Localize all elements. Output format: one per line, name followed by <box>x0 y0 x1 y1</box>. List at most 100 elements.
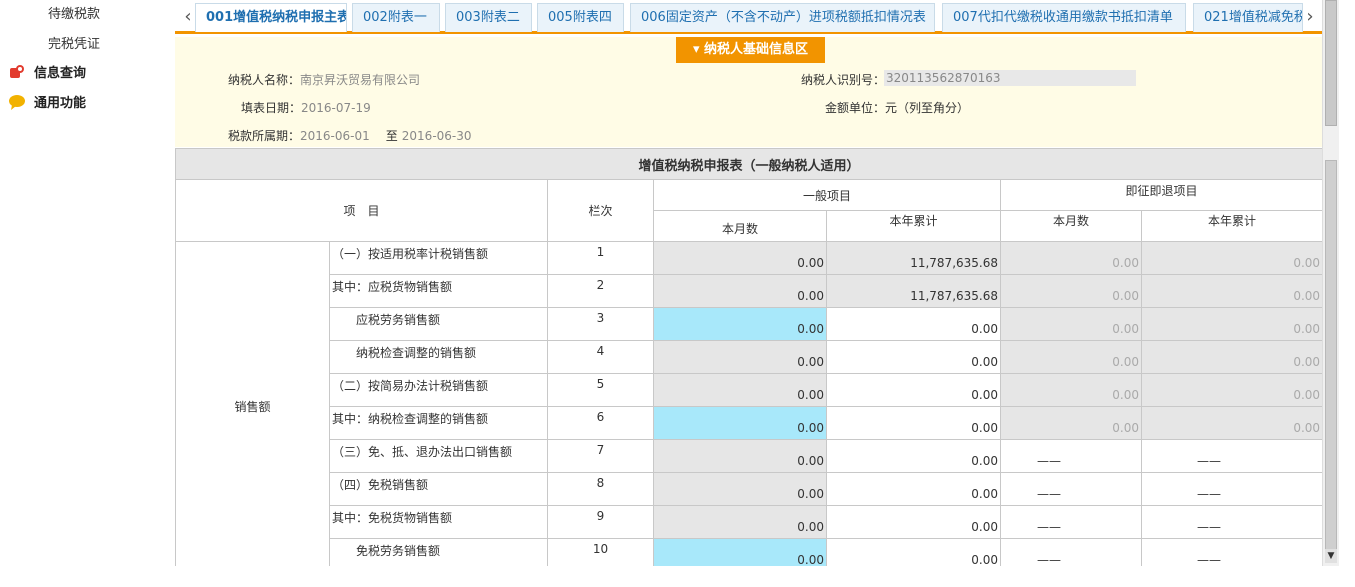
input-month[interactable]: 0.00 <box>653 406 827 440</box>
header-year: 本年累计 <box>826 210 1001 242</box>
cell-year: 0.00 <box>826 505 1001 539</box>
cell-month: 0.00 <box>653 439 827 473</box>
amount-unit-value: 元（列至角分） <box>885 101 970 115</box>
puzzle-icon <box>8 64 26 80</box>
sidebar-item-label: 信息查询 <box>34 66 87 81</box>
table-row: （二）按简易办法计税销售额 5 0.00 0.00 0.00 0.00 <box>176 373 1322 407</box>
row-no: 4 <box>547 340 654 374</box>
table-row: 纳税检查调整的销售额 4 0.00 0.00 0.00 0.00 <box>176 340 1322 374</box>
header-general: 一般项目 <box>653 179 1001 211</box>
cell-immediate-month: 0.00 <box>1000 307 1142 341</box>
row-item: （一）按适用税率计税销售额 <box>329 241 548 275</box>
tab-main-table[interactable]: 001增值税纳税申报主表 <box>195 3 347 32</box>
cell-immediate-month: —— <box>1000 538 1142 566</box>
table-row: （四）免税销售额 8 0.00 0.00 —— —— <box>176 472 1322 506</box>
app-window: 待缴税款 完税凭证 信息查询 通用功能 ‹ 001增值税纳税申报主表 002附表… <box>0 0 1355 587</box>
cell-immediate-year: 0.00 <box>1140 307 1322 341</box>
table-row: 免税劳务销售额 10 0.00 0.00 —— —— <box>176 538 1322 566</box>
row-no: 2 <box>547 274 654 308</box>
sidebar-item-tax-certificate[interactable]: 完税凭证 <box>48 33 100 52</box>
row-item: 纳税检查调整的销售额 <box>329 340 548 374</box>
row-item: 其中：免税货物销售额 <box>329 505 548 539</box>
vertical-scrollbar[interactable]: ▼ <box>1322 0 1339 566</box>
row-item: （四）免税销售额 <box>329 472 548 506</box>
tax-period-to: 2016-06-30 <box>401 129 472 143</box>
tab-scroll-right-icon[interactable]: › <box>1303 6 1317 28</box>
cell-immediate-year: 0.00 <box>1140 241 1322 275</box>
tab-withholding-list[interactable]: 007代扣代缴税收通用缴款书抵扣清单 <box>942 3 1186 32</box>
row-no: 1 <box>547 241 654 275</box>
cell-immediate-month: 0.00 <box>1000 373 1142 407</box>
scroll-down-icon[interactable]: ▼ <box>1325 549 1337 563</box>
table-row: 销售额 （一）按适用税率计税销售额 1 0.00 11,787,635.68 0… <box>175 241 1322 566</box>
cell-immediate-year: 0.00 <box>1140 373 1322 407</box>
cell-year: 0.00 <box>826 406 1001 440</box>
cell-year: 0.00 <box>826 307 1001 341</box>
tab-attachment-2[interactable]: 003附表二 <box>445 3 532 32</box>
input-month[interactable]: 0.00 <box>653 307 827 341</box>
row-no: 9 <box>547 505 654 539</box>
bottom-margin <box>175 566 1339 587</box>
tab-bar: ‹ 001增值税纳税申报主表 002附表一 003附表二 005附表四 006固… <box>175 0 1322 34</box>
cell-immediate-year: 0.00 <box>1140 340 1322 374</box>
taxpayer-name-value: 南京昇沃贸易有限公司 <box>300 73 421 87</box>
cell-month: 0.00 <box>653 505 827 539</box>
input-month[interactable]: 0.00 <box>653 538 827 566</box>
row-item: （三）免、抵、退办法出口销售额 <box>329 439 548 473</box>
row-item: 其中：纳税检查调整的销售额 <box>329 406 548 440</box>
cell-year: 0.00 <box>826 373 1001 407</box>
sidebar-item-info-query[interactable]: 信息查询 <box>8 62 86 81</box>
cell-month: 0.00 <box>653 274 827 308</box>
tab-fixed-assets[interactable]: 006固定资产（不含不动产）进项税额抵扣情况表 <box>630 3 935 32</box>
tax-period-label: 税款所属期： <box>228 129 301 143</box>
tax-period-to-label: 至 <box>385 129 398 143</box>
cell-immediate-year: —— <box>1140 439 1322 473</box>
table-row: 应税劳务销售额 3 0.00 0.00 0.00 0.00 <box>176 307 1322 341</box>
fill-date-row: 填表日期：2016-07-19 <box>241 99 371 116</box>
main-panel: ‹ 001增值税纳税申报主表 002附表一 003附表二 005附表四 006固… <box>175 0 1322 587</box>
cell-immediate-month: —— <box>1000 472 1142 506</box>
cell-year: 0.00 <box>826 472 1001 506</box>
cell-immediate-month: 0.00 <box>1000 241 1142 275</box>
header-immediate-month: 本月数 <box>1000 210 1142 242</box>
declaration-form: 增值税纳税申报表（一般纳税人适用） 项 目 栏次 一般项目 即征即退项目 本月数… <box>175 148 1322 566</box>
scrollbar-thumb-outer[interactable] <box>1325 0 1337 126</box>
sidebar-item-pending-tax[interactable]: 待缴税款 <box>48 3 100 22</box>
cell-immediate-month: 0.00 <box>1000 274 1142 308</box>
header-item: 项 目 <box>175 179 548 242</box>
cell-month: 0.00 <box>653 340 827 374</box>
row-no: 3 <box>547 307 654 341</box>
cell-immediate-month: —— <box>1000 505 1142 539</box>
table-row: （三）免、抵、退办法出口销售额 7 0.00 0.00 —— —— <box>176 439 1322 473</box>
taxpayer-name-row: 纳税人名称：南京昇沃贸易有限公司 <box>228 71 420 88</box>
tab-attachment-1[interactable]: 002附表一 <box>352 3 440 32</box>
row-item: 应税劳务销售额 <box>329 307 548 341</box>
header-column-no: 栏次 <box>547 179 654 242</box>
cell-immediate-year: —— <box>1140 472 1322 506</box>
row-item: 其中：应税货物销售额 <box>329 274 548 308</box>
cell-year: 0.00 <box>826 538 1001 566</box>
sidebar-item-common-functions[interactable]: 通用功能 <box>8 92 86 111</box>
declaration-table: 增值税纳税申报表（一般纳税人适用） 项 目 栏次 一般项目 即征即退项目 本月数… <box>175 148 1322 566</box>
chat-bubble-icon <box>8 94 26 110</box>
fill-date-value: 2016-07-19 <box>301 101 371 115</box>
taxpayer-id-value: 320113562870163 <box>884 70 1136 86</box>
scrollbar-thumb[interactable] <box>1325 160 1337 550</box>
header-immediate-year: 本年累计 <box>1140 210 1322 242</box>
cell-immediate-month: 0.00 <box>1000 406 1142 440</box>
table-row: 其中：应税货物销售额 2 0.00 11,787,635.68 0.00 0.0… <box>176 274 1322 308</box>
cell-month: 0.00 <box>653 472 827 506</box>
fill-date-label: 填表日期： <box>241 101 302 115</box>
cell-month: 0.00 <box>653 241 827 275</box>
tab-scroll-left-icon[interactable]: ‹ <box>181 6 195 28</box>
row-no: 7 <box>547 439 654 473</box>
row-item: 免税劳务销售额 <box>329 538 548 566</box>
cell-month: 0.00 <box>653 373 827 407</box>
table-row: 其中：免税货物销售额 9 0.00 0.00 —— —— <box>176 505 1322 539</box>
tab-attachment-4[interactable]: 005附表四 <box>537 3 624 32</box>
info-panel-title: 纳税人基础信息区 <box>704 42 809 57</box>
info-panel-toggle[interactable]: ▾ 纳税人基础信息区 <box>676 37 825 63</box>
tab-tax-reduction[interactable]: 021增值税减免税申报明细表 <box>1193 3 1303 32</box>
tax-period-row: 税款所属期：2016-06-01 至 2016-06-30 <box>228 127 472 144</box>
table-row: 其中：纳税检查调整的销售额 6 0.00 0.00 0.00 0.00 <box>176 406 1322 440</box>
